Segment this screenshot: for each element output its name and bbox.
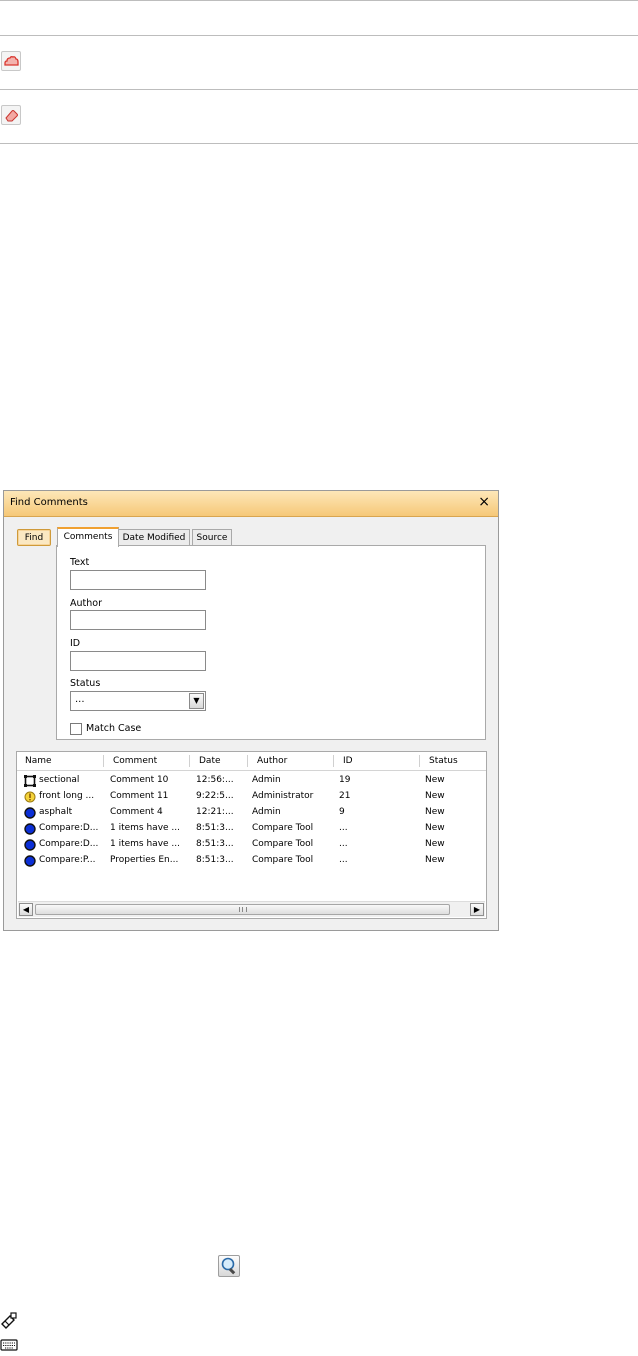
table-bottom-border (0, 143, 638, 144)
cell-comment: 1 items have ... (110, 839, 180, 849)
find-button[interactable]: Find (17, 529, 51, 546)
cell-id: ... (339, 839, 348, 849)
status-label: Status (70, 678, 101, 689)
text-input[interactable] (70, 570, 206, 590)
cell-date: 9:22:5... (196, 791, 234, 801)
cell-name: sectional (39, 775, 80, 785)
cell-author: Compare Tool (252, 839, 314, 849)
column-header-author[interactable]: Author (257, 756, 287, 766)
cell-author: Admin (252, 775, 281, 785)
tab-source[interactable]: Source (192, 529, 232, 546)
cell-status: New (425, 775, 445, 785)
zoom-search-icon[interactable] (218, 1255, 240, 1277)
dialog-titlebar[interactable]: Find Comments × (4, 491, 498, 517)
table-row[interactable]: front long ... Comment 11 9:22:5... Admi… (17, 789, 486, 805)
blue-circle-icon (24, 839, 36, 851)
column-header-date[interactable]: Date (199, 756, 221, 766)
table-row[interactable]: sectional Comment 10 12:56:... Admin 19 … (17, 773, 486, 789)
cell-id: 9 (339, 807, 345, 817)
close-icon[interactable]: × (478, 494, 490, 510)
blue-circle-icon (24, 823, 36, 835)
cell-author: Admin (252, 807, 281, 817)
column-divider[interactable] (333, 755, 334, 767)
cell-status: New (425, 839, 445, 849)
horizontal-scrollbar[interactable]: ◀ ▶ (18, 901, 485, 917)
cell-comment: Comment 4 (110, 807, 163, 817)
cell-status: New (425, 807, 445, 817)
tab-comments[interactable]: Comments (57, 527, 119, 547)
column-divider[interactable] (419, 755, 420, 767)
id-input[interactable] (70, 651, 206, 671)
cell-id: ... (339, 823, 348, 833)
table-row[interactable]: Compare:D... 1 items have ... 8:51:3... … (17, 821, 486, 837)
list-header: Name Comment Date Author ID Status (17, 752, 486, 771)
blue-circle-icon (24, 807, 36, 819)
cell-date: 12:56:... (196, 775, 234, 785)
keyboard-icon[interactable] (0, 1338, 18, 1352)
cell-id: 19 (339, 775, 351, 785)
cell-comment: Properties En... (110, 855, 179, 865)
match-case-checkbox[interactable] (70, 723, 82, 735)
cell-date: 8:51:3... (196, 839, 234, 849)
cell-name: front long ... (39, 791, 95, 801)
table-divider (0, 89, 638, 90)
cell-status: New (425, 855, 445, 865)
cell-author: Compare Tool (252, 823, 314, 833)
author-label: Author (70, 598, 102, 609)
cell-id: ... (339, 855, 348, 865)
cell-id: 21 (339, 791, 351, 801)
cell-comment: 1 items have ... (110, 823, 180, 833)
column-header-comment[interactable]: Comment (113, 756, 157, 766)
cloud-markup-icon[interactable] (1, 51, 21, 71)
table-row[interactable]: Compare:D... 1 items have ... 8:51:3... … (17, 837, 486, 853)
warning-tag-icon (24, 791, 36, 803)
blue-circle-icon (24, 855, 36, 867)
column-divider[interactable] (247, 755, 248, 767)
eraser-icon[interactable] (1, 105, 21, 125)
cell-date: 8:51:3... (196, 855, 234, 865)
column-header-name[interactable]: Name (25, 756, 52, 766)
column-divider[interactable] (189, 755, 190, 767)
status-selected-value: ... (75, 694, 85, 705)
table-top-border (0, 0, 638, 1)
status-select[interactable]: ... ▼ (70, 691, 206, 711)
cell-name: Compare:D... (39, 839, 99, 849)
tab-date-modified[interactable]: Date Modified (118, 529, 190, 546)
find-comments-dialog: Find Comments × Find Comments Date Modif… (3, 490, 499, 931)
cell-author: Compare Tool (252, 855, 314, 865)
cell-date: 8:51:3... (196, 823, 234, 833)
author-input[interactable] (70, 610, 206, 630)
scroll-right-icon[interactable]: ▶ (470, 903, 484, 916)
table-divider (0, 35, 638, 36)
match-case-label: Match Case (86, 723, 142, 734)
selection-tools-icon[interactable] (0, 1312, 18, 1330)
chevron-down-icon[interactable]: ▼ (189, 693, 204, 709)
cell-status: New (425, 823, 445, 833)
column-divider[interactable] (103, 755, 104, 767)
cell-name: Compare:P... (39, 855, 96, 865)
table-row[interactable]: asphalt Comment 4 12:21:... Admin 9 New (17, 805, 486, 821)
cell-author: Administrator (252, 791, 314, 801)
scroll-left-icon[interactable]: ◀ (19, 903, 33, 916)
scrollbar-thumb[interactable] (35, 904, 450, 915)
dialog-title: Find Comments (10, 497, 88, 508)
cell-comment: Comment 11 (110, 791, 169, 801)
cell-status: New (425, 791, 445, 801)
column-header-status[interactable]: Status (429, 756, 458, 766)
cell-name: Compare:D... (39, 823, 99, 833)
column-header-id[interactable]: ID (343, 756, 353, 766)
id-label: ID (70, 638, 81, 649)
comments-list[interactable]: Name Comment Date Author ID Status secti… (16, 751, 487, 919)
text-label: Text (70, 557, 90, 568)
cell-date: 12:21:... (196, 807, 234, 817)
rectangle-markup-icon (24, 775, 36, 787)
cell-name: asphalt (39, 807, 73, 817)
grip-icon (239, 907, 247, 912)
cell-comment: Comment 10 (110, 775, 169, 785)
table-row[interactable]: Compare:P... Properties En... 8:51:3... … (17, 853, 486, 869)
comments-tab-panel: Text Author ID Status ... ▼ Match Case (56, 545, 486, 740)
